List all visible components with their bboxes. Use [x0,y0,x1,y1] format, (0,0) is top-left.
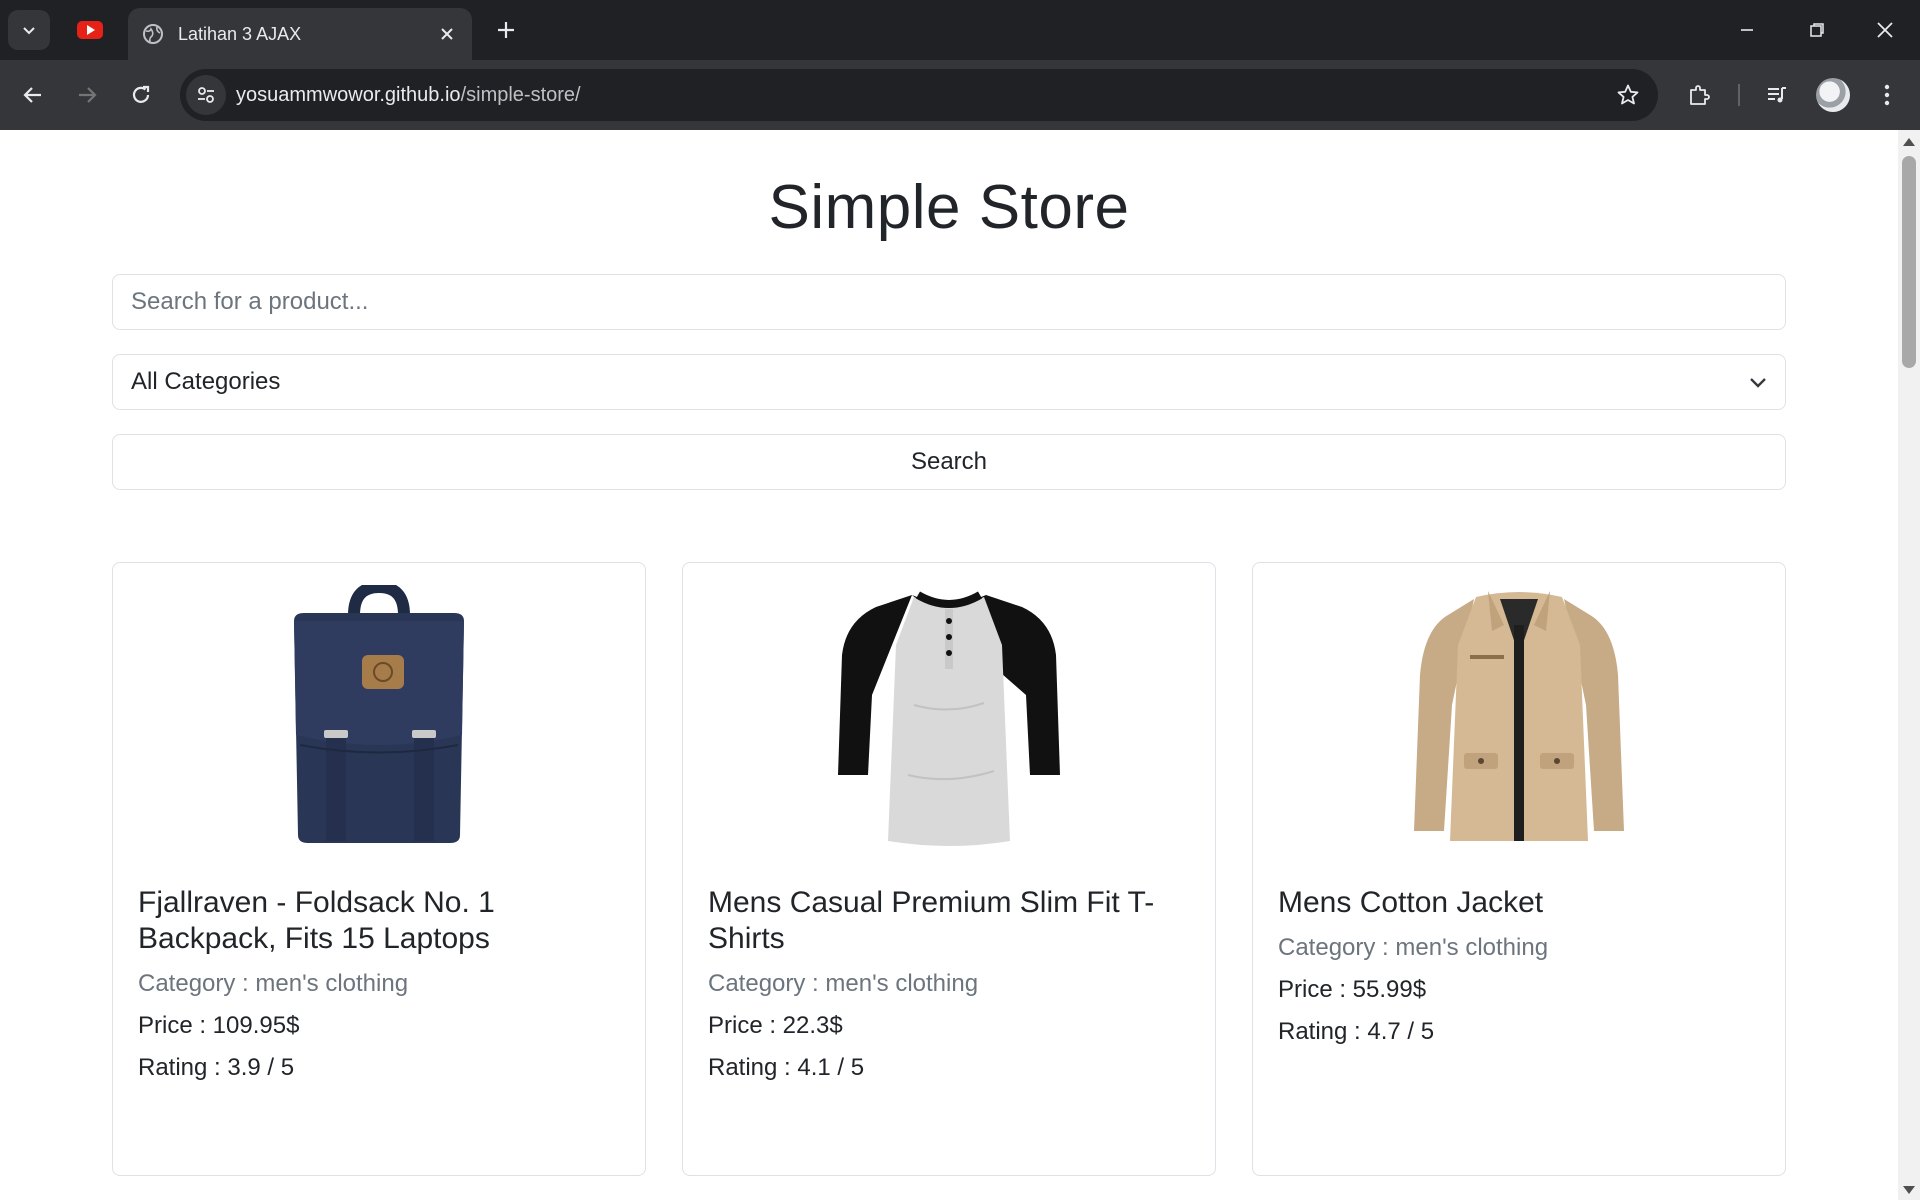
product-list: Fjallraven - Foldsack No. 1 Backpack, Fi… [112,562,1786,1176]
extensions-button[interactable] [1678,74,1720,116]
product-card[interactable]: Mens Casual Premium Slim Fit T-Shirts Ca… [682,562,1216,1176]
queue-music-icon [1768,87,1786,103]
jacket-image [1414,591,1624,841]
more-vert-icon [1884,84,1890,106]
product-image [708,585,1190,847]
browser-toolbar: yosuammwowor.github.io/simple-store/ [0,60,1920,130]
tab-strip: Latihan 3 AJAX [0,0,1920,60]
url-path: /simple-store/ [460,83,581,106]
product-category: Category : men's clothing [1278,934,1549,961]
new-tab-button[interactable] [488,12,524,48]
toolbar-divider [1738,84,1740,106]
product-rating: Rating : 4.7 / 5 [1278,1018,1435,1045]
product-card[interactable]: Mens Cotton Jacket Category : men's clot… [1252,562,1786,1176]
page-title: Simple Store [768,173,1130,242]
product-card[interactable]: Fjallraven - Foldsack No. 1 Backpack, Fi… [112,562,646,1176]
menu-button[interactable] [1866,74,1908,116]
arrow-right-icon [79,87,97,103]
window-close-button[interactable] [1850,0,1920,60]
pinned-tab-youtube[interactable] [64,10,116,50]
star-icon [1617,84,1639,105]
product-image [1278,585,1760,847]
restore-icon [1810,23,1824,37]
backpack-image [294,585,464,843]
active-tab[interactable]: Latihan 3 AJAX [128,8,472,60]
tab-search-button[interactable] [8,10,50,50]
minimize-icon [1741,29,1753,31]
scroll-down-arrow-icon[interactable] [1903,1186,1915,1194]
product-rating: Rating : 3.9 / 5 [138,1054,295,1081]
url-text: yosuammwowor.github.io/simple-store/ [236,84,1608,107]
profile-avatar[interactable] [1816,78,1850,112]
category-select[interactable]: All Categories [112,354,1786,410]
bookmark-button[interactable] [1608,75,1648,115]
media-controls-button[interactable] [1756,74,1798,116]
site-info-button[interactable] [186,75,226,115]
product-rating: Rating : 4.1 / 5 [708,1054,865,1081]
close-icon [441,28,453,40]
product-category: Category : men's clothing [708,970,979,997]
url-domain: yosuammwowor.github.io [236,83,461,106]
back-button[interactable] [12,74,54,116]
product-title: Mens Casual Premium Slim Fit T-Shirts [708,886,1155,955]
product-title: Mens Cotton Jacket [1278,886,1544,919]
search-input[interactable] [131,288,1767,316]
reload-button[interactable] [120,74,162,116]
page-scrollbar[interactable] [1898,130,1920,1200]
tune-icon [198,87,214,103]
reload-icon [132,85,150,103]
category-select-value: All Categories [131,368,281,395]
tshirt-image [838,591,1060,846]
tab-title: Latihan 3 AJAX [178,23,302,44]
youtube-icon [77,21,103,39]
page-viewport: Simple Store All Categories Search [0,130,1898,1200]
chevron-down-icon [23,27,35,35]
close-icon [1877,22,1893,38]
restore-button[interactable] [1782,0,1852,60]
minimize-button[interactable] [1712,0,1782,60]
scrollbar-thumb[interactable] [1902,156,1916,368]
globe-icon [143,24,163,44]
forward-button[interactable] [66,74,108,116]
product-category: Category : men's clothing [138,970,409,997]
tab-close-button[interactable] [434,21,460,47]
store-container: Simple Store All Categories Search [112,130,1786,1176]
scroll-up-arrow-icon[interactable] [1903,138,1915,146]
arrow-left-icon [23,87,41,103]
plus-icon [498,22,514,38]
chevron-down-icon [1750,378,1766,388]
search-button-label: Search [910,448,988,475]
puzzle-icon [1690,85,1710,105]
product-image [138,585,620,847]
search-field[interactable] [112,274,1786,330]
product-price: Price : 109.95$ [138,1012,300,1039]
search-button[interactable]: Search [112,434,1786,490]
address-bar[interactable]: yosuammwowor.github.io/simple-store/ [180,69,1658,121]
product-price: Price : 22.3$ [708,1012,843,1039]
product-title: Fjallraven - Foldsack No. 1 Backpack, Fi… [138,886,495,955]
product-price: Price : 55.99$ [1278,976,1427,1003]
